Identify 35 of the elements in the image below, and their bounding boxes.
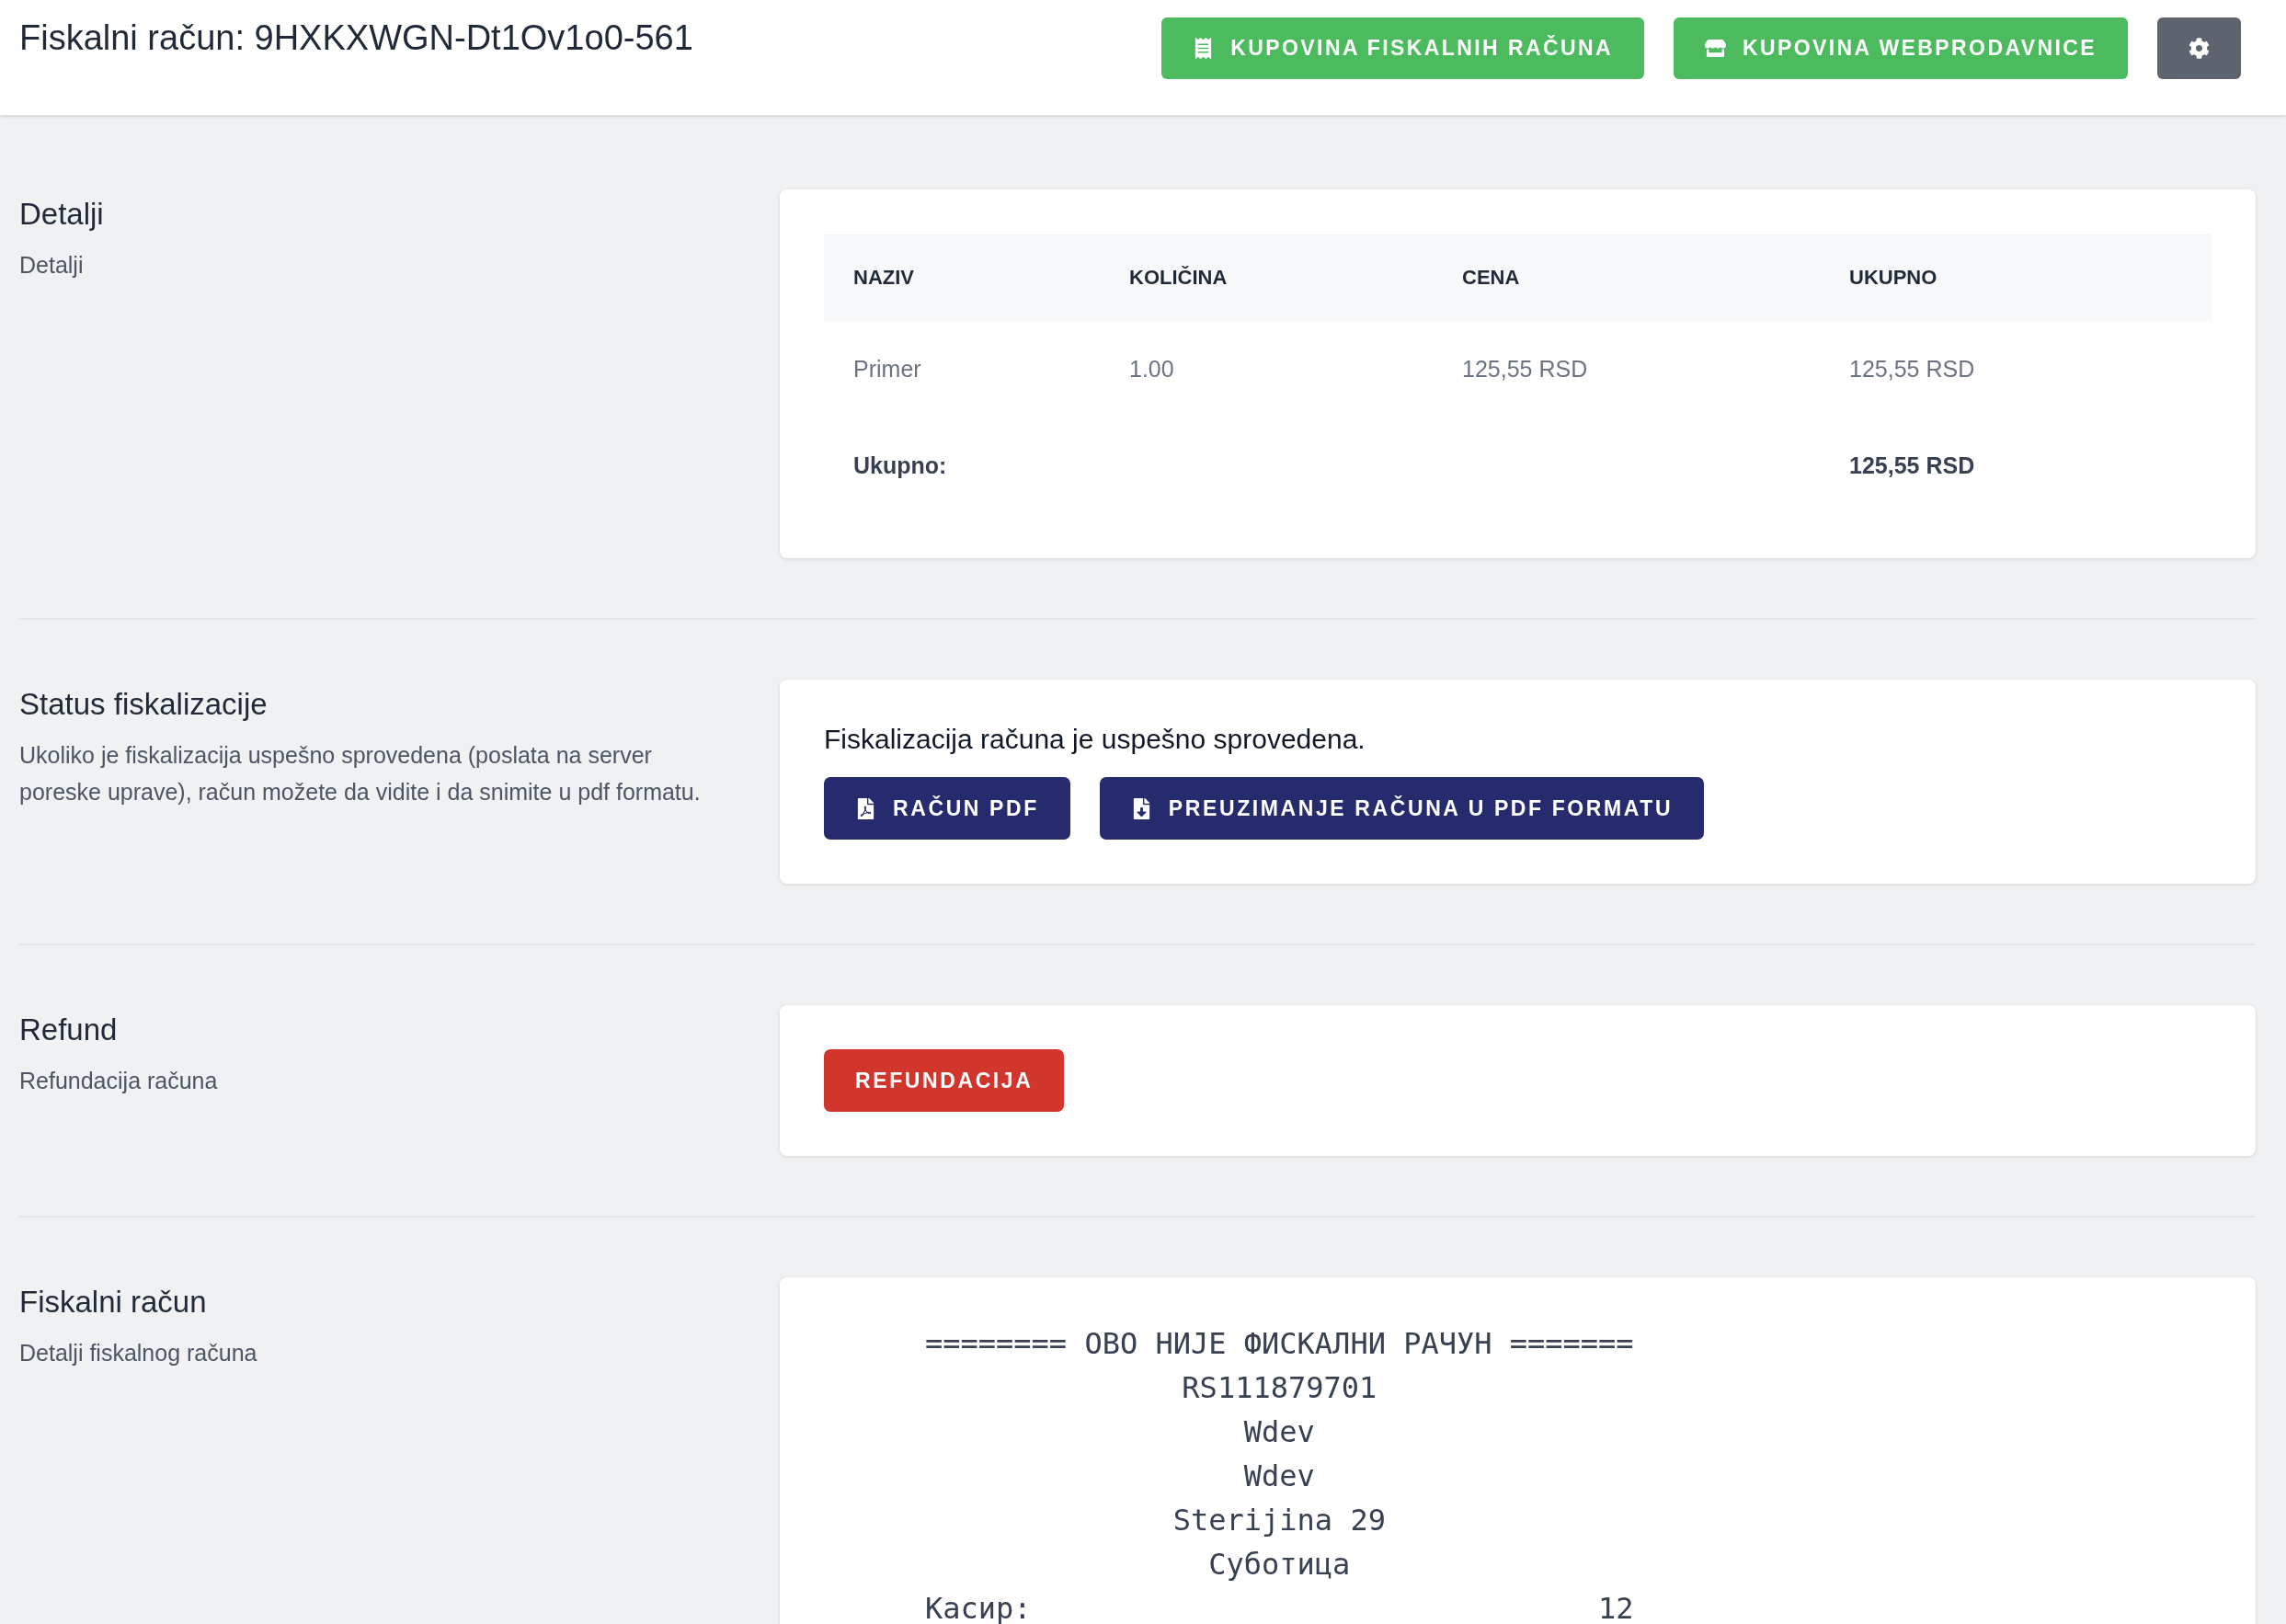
table-cell-text: 1.00	[1128, 355, 1175, 383]
receipt-line: RS111879701	[1182, 1369, 1377, 1407]
section-title: Fiskalni račun	[19, 1285, 208, 1320]
column-header: NAZIV	[824, 234, 1100, 321]
column-header: UKUPNO	[1820, 234, 2212, 321]
status-message: Fiskalizacija računa je uspešno sprovedena.	[824, 724, 1366, 755]
download-button[interactable]: PREUZIMANJE RAČUNA U PDF FORMATU	[1099, 777, 1705, 840]
receipt-line: Wdev	[1243, 1458, 1315, 1495]
settings-icon	[2189, 38, 2210, 59]
receipt-value: 12	[1598, 1590, 1634, 1624]
receipt-line: ======== ОВО НИЈЕ ФИСКАЛНИ РАЧУН =======	[925, 1325, 1634, 1363]
store-icon	[1704, 38, 1726, 59]
table-cell-text: 125,55 RSD	[1461, 355, 1589, 383]
column-header: KOLIČINA	[1100, 234, 1433, 321]
pdf-button[interactable]: RAČUN PDF	[824, 777, 1070, 840]
pdf-file-icon	[855, 797, 876, 819]
section-description: Refundacija računa	[19, 1067, 219, 1095]
section-title: Detalji	[19, 197, 105, 232]
receipt-line: Sterijina 29	[1172, 1502, 1386, 1539]
settings-button[interactable]	[2157, 17, 2241, 79]
column-header: CENA	[1433, 234, 1820, 321]
section-description: Detalji fiskalnog računa	[19, 1339, 258, 1367]
total-value: 125,55 RSD	[1848, 452, 1976, 480]
total-label: Ukupno:	[852, 452, 948, 480]
receipt-line: Wdev	[1243, 1413, 1315, 1451]
page-title: Fiskalni račun: 9HXKXWGN-Dt1Ov1o0-561	[19, 18, 693, 58]
section-title: Status fiskalizacije	[19, 687, 269, 722]
table-cell-text: Primer	[852, 355, 922, 383]
receipt-line: Касир:	[925, 1590, 1032, 1624]
receipt-line: Суботица	[1208, 1546, 1351, 1584]
section-title: Refund	[19, 1012, 119, 1047]
table-cell-text: 125,55 RSD	[1848, 355, 1976, 383]
section-description: Ukoliko je fiskalizacija uspešno sprovedena (poslata na server poreske uprave), račun možete da vidite i da snimite u pdf formatu.	[19, 741, 702, 806]
refund-button[interactable]: REFUNDACIJA	[824, 1049, 1065, 1112]
section-description: Detalji	[19, 251, 85, 280]
